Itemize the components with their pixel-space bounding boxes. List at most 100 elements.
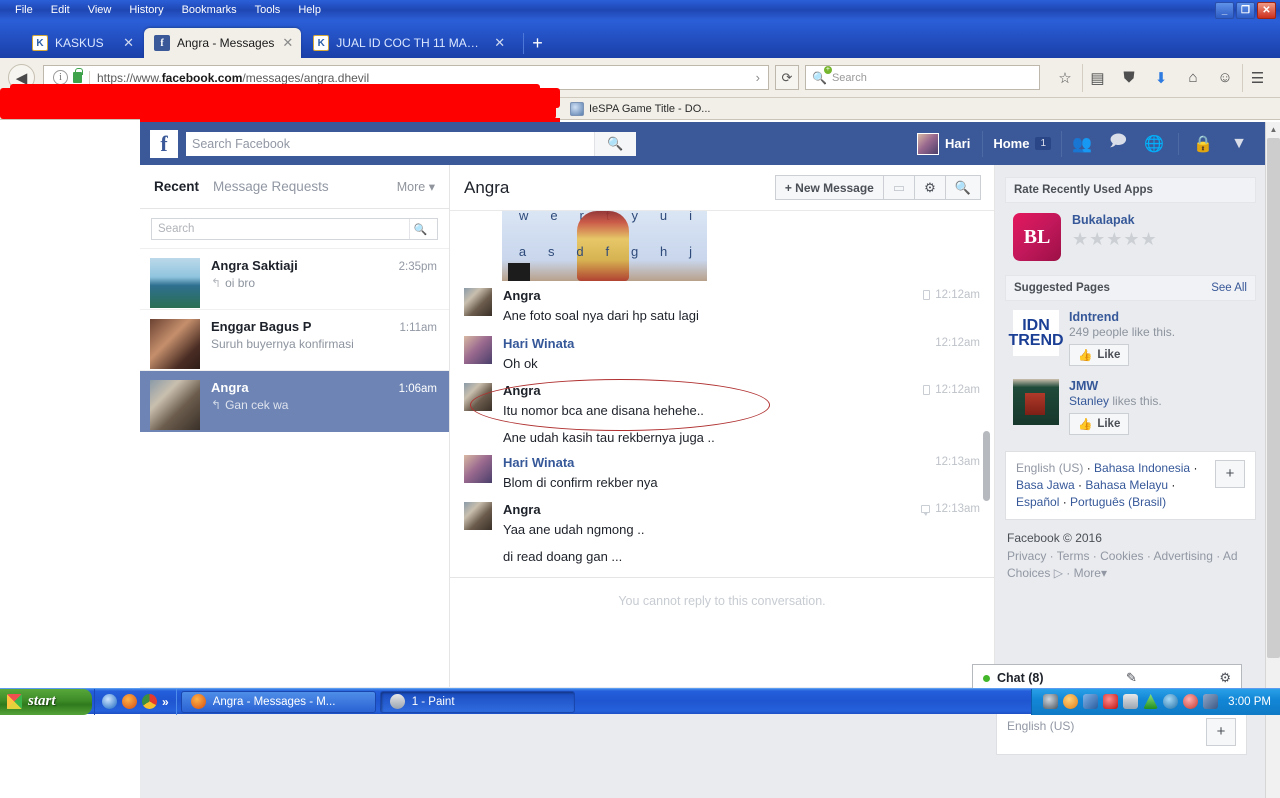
jmw-logo-icon[interactable] bbox=[1013, 379, 1059, 425]
profile-link[interactable]: Hari bbox=[909, 132, 978, 155]
language-link[interactable]: Bahasa Melayu bbox=[1085, 478, 1168, 492]
bookmark-star-icon[interactable]: ☆ bbox=[1050, 64, 1080, 92]
thread-list-item[interactable]: Enggar Bagus P 1:11am Suruh buyernya kon… bbox=[140, 310, 449, 371]
chrome-icon[interactable] bbox=[142, 694, 157, 709]
conversation-scrollbar-track[interactable] bbox=[983, 211, 992, 633]
language-link[interactable]: Bahasa Indonesia bbox=[1094, 461, 1190, 475]
browser-tab-angra-messages[interactable]: f Angra - Messages ✕ bbox=[144, 28, 302, 58]
monitor-tray-icon[interactable] bbox=[1123, 694, 1139, 709]
firefox-icon[interactable] bbox=[122, 694, 137, 709]
taskbar-item-paint[interactable]: 1 - Paint bbox=[379, 690, 575, 713]
orange-tray-icon[interactable] bbox=[1063, 694, 1079, 709]
smiley-feedback-icon[interactable]: ☺ bbox=[1210, 64, 1240, 92]
close-icon[interactable]: ✕ bbox=[123, 35, 134, 51]
thread-list-item[interactable]: Angra Saktiaji 2:35pm ↰ oi bro bbox=[140, 249, 449, 310]
facebook-search-input[interactable]: Search Facebook 🔍 bbox=[186, 131, 636, 156]
message-sender[interactable]: Hari Winata bbox=[503, 336, 980, 351]
facebook-logo-icon[interactable]: f bbox=[150, 129, 178, 158]
see-all-link[interactable]: See All bbox=[1211, 282, 1247, 294]
close-icon[interactable]: ✕ bbox=[494, 35, 505, 51]
menu-tools[interactable]: Tools bbox=[246, 2, 290, 18]
gear-icon[interactable]: ⚙ bbox=[1210, 670, 1231, 686]
footer-link-more[interactable]: More bbox=[1074, 566, 1101, 580]
language-link[interactable]: Basa Jawa bbox=[1016, 478, 1075, 492]
taskbar-clock[interactable]: 3:00 PM bbox=[1228, 696, 1271, 708]
browser-tab-kaskus[interactable]: K KASKUS ✕ bbox=[22, 28, 142, 58]
thread-search-input[interactable]: Search 🔍 bbox=[151, 218, 438, 240]
messages-icon[interactable]: 🗩 bbox=[1102, 130, 1134, 158]
downloads-icon[interactable]: ⬇ bbox=[1146, 64, 1176, 92]
bookmark-item-iespa[interactable]: IeSPA Game Title - DO... bbox=[589, 103, 710, 115]
message-sender[interactable]: Angra bbox=[503, 288, 980, 303]
close-icon[interactable]: ✕ bbox=[282, 35, 293, 51]
minimize-button[interactable]: _ bbox=[1215, 2, 1234, 19]
add-language-button-lower[interactable]: + bbox=[1206, 718, 1236, 746]
conversation-scroll-area[interactable]: wertyui asdfghj Angra Ane foto soal nya … bbox=[450, 211, 994, 633]
conversation-scrollbar-thumb[interactable] bbox=[983, 431, 990, 501]
steam-tray-icon[interactable] bbox=[1043, 694, 1059, 709]
maximize-button[interactable]: ❐ bbox=[1236, 2, 1255, 19]
like-button[interactable]: 👍 Like bbox=[1069, 413, 1130, 435]
app-name[interactable]: Bukalapak bbox=[1072, 213, 1158, 227]
menu-view[interactable]: View bbox=[79, 2, 121, 18]
footer-link-terms[interactable]: Terms bbox=[1057, 549, 1090, 563]
reload-button[interactable]: ⟳ bbox=[775, 65, 799, 90]
home-icon[interactable]: ⌂ bbox=[1178, 64, 1208, 92]
footer-link-advertising[interactable]: Advertising bbox=[1154, 549, 1213, 563]
notifications-globe-icon[interactable]: 🌐 bbox=[1138, 130, 1170, 158]
browser-search-input[interactable]: 🔍 Search bbox=[805, 65, 1040, 90]
pocket-shield-icon[interactable]: ⛊ bbox=[1114, 64, 1144, 92]
reading-list-icon[interactable]: ▤ bbox=[1082, 63, 1112, 92]
site-info-icon[interactable]: i bbox=[53, 70, 68, 85]
video-call-icon[interactable]: ▭ bbox=[882, 175, 916, 200]
home-link[interactable]: Home 1 bbox=[982, 130, 1062, 157]
like-button[interactable]: 👍 Like bbox=[1069, 344, 1130, 366]
message-sender[interactable]: Hari Winata bbox=[503, 455, 980, 470]
hamburger-menu-icon[interactable]: ☰ bbox=[1242, 63, 1272, 92]
chevron-right-icon[interactable]: » bbox=[162, 695, 169, 709]
menu-edit[interactable]: Edit bbox=[42, 2, 79, 18]
page-scrollbar-thumb[interactable] bbox=[1267, 138, 1280, 658]
scroll-up-arrow-icon[interactable]: ▲ bbox=[1266, 122, 1280, 137]
friend-requests-icon[interactable]: 👥 bbox=[1066, 130, 1098, 158]
compose-icon[interactable]: ✎ bbox=[1117, 670, 1137, 686]
menu-bookmarks[interactable]: Bookmarks bbox=[173, 2, 246, 18]
menu-file[interactable]: File bbox=[6, 2, 42, 18]
antivirus-tray-icon[interactable] bbox=[1103, 694, 1119, 709]
message-photo-attachment[interactable]: wertyui asdfghj bbox=[502, 211, 707, 281]
tab-message-requests[interactable]: Message Requests bbox=[213, 179, 329, 194]
new-tab-button[interactable]: + bbox=[523, 33, 551, 54]
language-link[interactable]: Español bbox=[1016, 495, 1059, 509]
search-icon[interactable]: 🔍 bbox=[409, 219, 431, 239]
taskbar-item-firefox[interactable]: Angra - Messages - M... bbox=[180, 690, 376, 713]
internet-explorer-icon[interactable] bbox=[102, 694, 117, 709]
page-name[interactable]: JMW bbox=[1069, 379, 1162, 393]
menu-help[interactable]: Help bbox=[289, 2, 330, 18]
browser-tab-jual-id-coc[interactable]: K JUAL ID COC TH 11 MAX , JA... ✕ bbox=[303, 28, 513, 58]
green-triangle-tray-icon[interactable] bbox=[1143, 694, 1159, 709]
footer-link-cookies[interactable]: Cookies bbox=[1100, 549, 1143, 563]
search-icon[interactable]: 🔍 bbox=[594, 131, 636, 156]
tab-recent[interactable]: Recent bbox=[154, 179, 199, 194]
search-icon[interactable]: 🔍 bbox=[944, 175, 981, 200]
message-sender[interactable]: Angra bbox=[503, 502, 980, 517]
more-dropdown[interactable]: More ▾ bbox=[397, 179, 435, 194]
settings-tray-icon[interactable] bbox=[1203, 694, 1219, 709]
network-tray-icon[interactable] bbox=[1083, 694, 1099, 709]
new-message-button[interactable]: + New Message bbox=[774, 175, 884, 200]
chevron-down-icon[interactable]: ▼ bbox=[1223, 130, 1255, 158]
blue-tray-icon[interactable] bbox=[1163, 694, 1179, 709]
privacy-lock-icon[interactable]: 🔒 bbox=[1187, 130, 1219, 158]
close-button[interactable]: ✕ bbox=[1257, 2, 1276, 19]
settings-gear-icon[interactable]: ⚙ bbox=[914, 175, 946, 200]
red-tray-icon[interactable] bbox=[1183, 694, 1199, 709]
thread-list-item-selected[interactable]: Angra 1:06am ↰ Gan cek wa bbox=[140, 371, 449, 432]
go-arrow-icon[interactable]: › bbox=[752, 70, 764, 85]
footer-link-privacy[interactable]: Privacy bbox=[1007, 549, 1046, 563]
message-sender[interactable]: Angra bbox=[503, 383, 980, 398]
language-link[interactable]: Português (Brasil) bbox=[1070, 495, 1166, 509]
start-button[interactable]: start bbox=[0, 688, 92, 715]
add-language-button[interactable]: + bbox=[1215, 460, 1245, 488]
idntrend-logo-icon[interactable]: IDN TREND bbox=[1008, 310, 1064, 356]
bukalapak-logo-icon[interactable]: BL bbox=[1013, 213, 1061, 261]
